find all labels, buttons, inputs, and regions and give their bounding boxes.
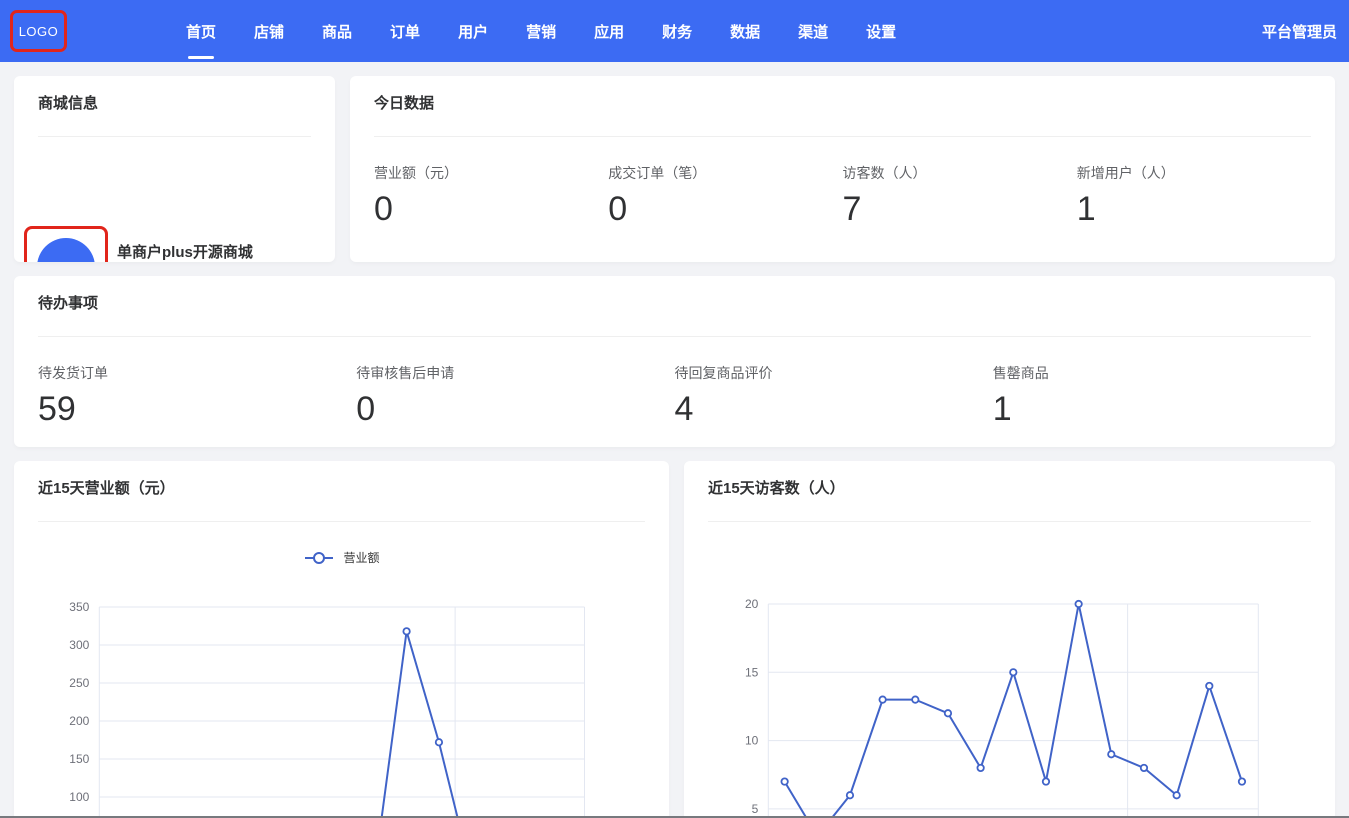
svg-text:250: 250	[69, 676, 89, 690]
stat: 访客数（人） 7	[843, 137, 1077, 226]
shop-meta: 单商户plus开源商城 管理员 平台管理员	[117, 241, 253, 262]
svg-text:350: 350	[69, 600, 89, 614]
svg-text:10: 10	[745, 734, 759, 748]
nav-tab[interactable]: 数据	[711, 0, 779, 62]
card-title: 今日数据	[374, 96, 1311, 112]
card-title: 商城信息	[38, 96, 311, 112]
stat: 新增用户（人） 1	[1077, 137, 1311, 226]
stat: 成交订单（笔） 0	[608, 137, 842, 226]
today-stats: 营业额（元） 0 成交订单（笔） 0 访客数（人） 7 新增用户（人）	[350, 137, 1335, 226]
divider	[38, 136, 311, 137]
nav-tab-label: 渠道	[798, 21, 828, 42]
nav-tab[interactable]: 应用	[575, 0, 643, 62]
stat-label: 营业额（元）	[374, 163, 608, 183]
annotation-highlight-logo: LOGO	[10, 10, 67, 52]
visitors-trend-chart: 20 15 10 5	[684, 461, 1335, 818]
todo-card: 待办事项 待发货订单 59 待审核售后申请 0 待回复商品评价	[14, 276, 1335, 447]
svg-text:150: 150	[69, 752, 89, 766]
stat-label: 待审核售后申请	[356, 363, 674, 383]
shop-info-body: LOGO 单商户plus开源商城 管理员 平台管理员	[14, 212, 335, 262]
today-stats-card: 今日数据 营业额（元） 0 成交订单（笔） 0 访客数（人）	[350, 76, 1335, 262]
app-logo[interactable]: LOGO	[19, 24, 59, 39]
stat-value: 0	[608, 192, 842, 226]
annotation-highlight-shop-logo: LOGO	[24, 226, 108, 262]
nav-tab-label: 首页	[186, 21, 216, 42]
nav-tab[interactable]: 渠道	[779, 0, 847, 62]
stat[interactable]: 待回复商品评价 4	[675, 337, 993, 426]
stat-label: 待发货订单	[38, 363, 356, 383]
svg-text:100: 100	[69, 790, 89, 804]
stat[interactable]: 待发货订单 59	[38, 337, 356, 426]
nav-tab[interactable]: 用户	[439, 0, 507, 62]
svg-text:5: 5	[752, 802, 759, 816]
stat-value: 59	[38, 392, 356, 426]
main-nav: 首页 店铺 商品 订单 用户 营销 应用	[167, 0, 915, 62]
shop-name: 单商户plus开源商城	[117, 241, 253, 262]
stat-value: 1	[993, 392, 1311, 426]
stat-value: 0	[374, 192, 608, 226]
nav-tab[interactable]: 店铺	[235, 0, 303, 62]
revenue-trend-chart: 350 300 250 200 150 100	[14, 461, 669, 818]
stat-value: 7	[843, 192, 1077, 226]
stat-label: 成交订单（笔）	[608, 163, 842, 183]
nav-tab-label: 数据	[730, 21, 760, 42]
stat-value: 1	[1077, 192, 1311, 226]
shop-logo[interactable]: LOGO	[37, 238, 95, 263]
shop-info-card: 商城信息 LOGO 单商户plus开源商城 管理员 平台管理员	[14, 76, 335, 262]
stat-value: 0	[356, 392, 674, 426]
nav-tab[interactable]: 财务	[643, 0, 711, 62]
stat-label: 访客数（人）	[843, 163, 1077, 183]
stat: 营业额（元） 0	[374, 137, 608, 226]
nav-tab-label: 营销	[526, 21, 556, 42]
stat[interactable]: 待审核售后申请 0	[356, 337, 674, 426]
nav-tab-label: 用户	[458, 21, 488, 42]
nav-tab[interactable]: 首页	[167, 0, 235, 62]
user-menu[interactable]: 平台管理员	[1262, 21, 1337, 42]
nav-tab-label: 店铺	[254, 21, 284, 42]
nav-tab-label: 财务	[662, 21, 692, 42]
stat[interactable]: 售罄商品 1	[993, 337, 1311, 426]
top-navbar: LOGO 首页 店铺 商品 订单 用户 营销	[0, 0, 1349, 62]
stat-label: 售罄商品	[993, 363, 1311, 383]
revenue-chart-card: 近15天营业额（元） 营业额 350300250200150100	[14, 461, 669, 818]
stat-label: 待回复商品评价	[675, 363, 993, 383]
todo-stats: 待发货订单 59 待审核售后申请 0 待回复商品评价 4 售罄商品	[14, 337, 1335, 426]
nav-tab-label: 商品	[322, 21, 352, 42]
svg-text:15: 15	[745, 665, 759, 679]
card-title: 待办事项	[38, 296, 1311, 312]
nav-tab[interactable]: 设置	[847, 0, 915, 62]
svg-text:20: 20	[745, 597, 759, 611]
stat-value: 4	[675, 392, 993, 426]
nav-tab-label: 订单	[390, 21, 420, 42]
nav-tab[interactable]: 商品	[303, 0, 371, 62]
svg-text:300: 300	[69, 638, 89, 652]
visitors-chart-card: 近15天访客数（人） 2015105	[684, 461, 1335, 818]
nav-tab-label: 设置	[866, 21, 896, 42]
stat-label: 新增用户（人）	[1077, 163, 1311, 183]
svg-text:200: 200	[69, 714, 89, 728]
nav-tab-label: 应用	[594, 21, 624, 42]
nav-tab[interactable]: 营销	[507, 0, 575, 62]
nav-tab[interactable]: 订单	[371, 0, 439, 62]
